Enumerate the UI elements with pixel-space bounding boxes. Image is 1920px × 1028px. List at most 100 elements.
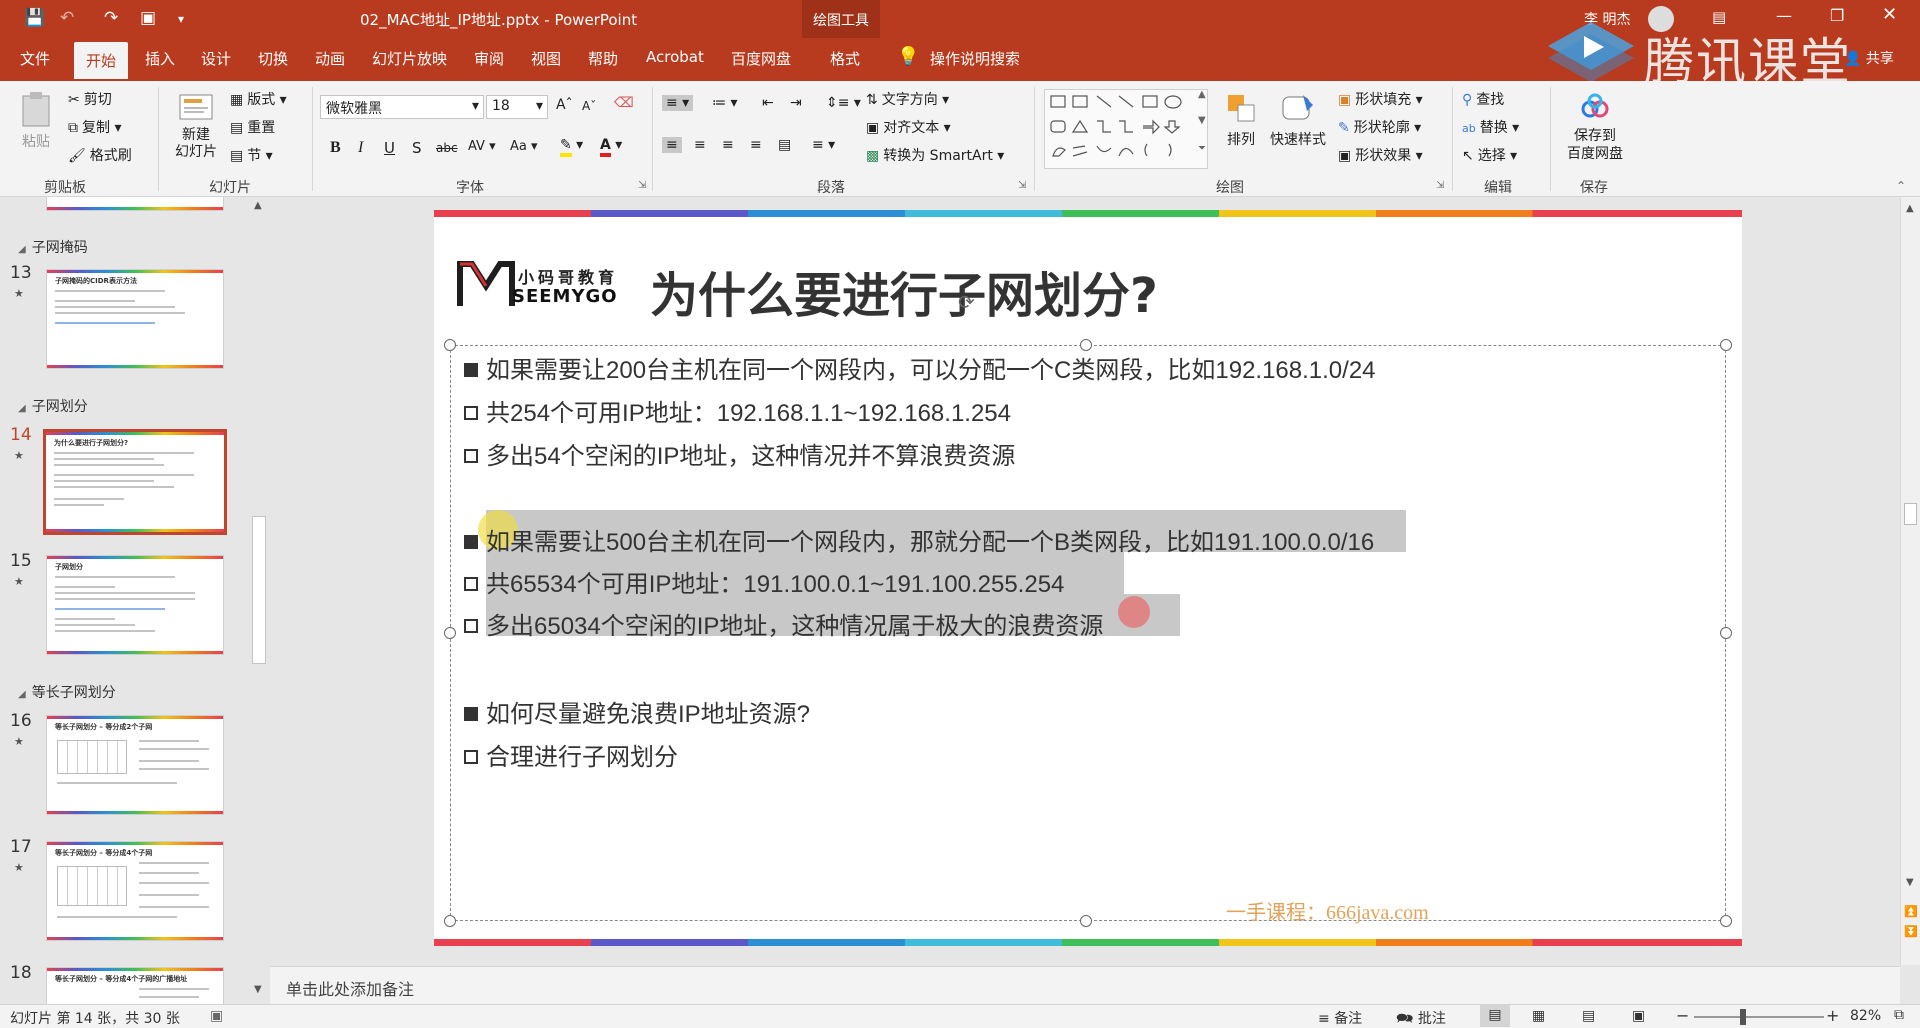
layout-button[interactable]: ▦ 版式 ▾	[230, 89, 287, 109]
resize-handle[interactable]	[1720, 915, 1732, 927]
scroll-down-icon[interactable]: ▼	[254, 984, 262, 995]
save-icon[interactable]: 💾	[24, 8, 45, 28]
columns-button[interactable]: ≡ ▾	[812, 137, 835, 153]
slideshow-view-icon[interactable]: ▣	[1632, 1008, 1645, 1024]
notes-pane[interactable]: 单击此处添加备注	[270, 966, 1900, 1004]
gallery-more-icon[interactable]: ⏷	[1198, 143, 1206, 154]
tab-review[interactable]: 审阅	[474, 48, 504, 69]
redo-icon[interactable]: ↷	[104, 8, 118, 28]
customize-qat-icon[interactable]: ▾	[178, 12, 184, 26]
scroll-up-icon[interactable]: ▲	[254, 200, 262, 211]
paste-button[interactable]: 粘贴	[14, 91, 58, 151]
new-slide-button[interactable]: 新建 幻灯片	[168, 89, 224, 161]
justify-icon[interactable]: ≡	[750, 137, 762, 153]
quick-styles-button[interactable]: 快速样式	[1268, 91, 1328, 149]
tab-animations[interactable]: 动画	[315, 48, 345, 69]
increase-indent-icon[interactable]: ⇥	[790, 95, 802, 111]
tab-view[interactable]: 视图	[531, 48, 561, 69]
slide-thumbnail-14[interactable]: 为什么要进行子网划分?	[43, 429, 227, 535]
tab-file[interactable]: 文件	[20, 48, 50, 69]
tab-format[interactable]: 格式	[830, 48, 860, 69]
grow-font-icon[interactable]: Aˆ	[556, 97, 573, 113]
section-header-equal-subnetting[interactable]: ◢ 等长子网划分	[0, 682, 116, 702]
thumbnail-scrollbar[interactable]: ▲ ▼	[250, 200, 268, 1000]
slide-canvas[interactable]: 小码哥教育 SEEMYGO 为什么要进行子网划分? ⟳ 如果需要让200台主机在…	[434, 210, 1742, 946]
char-spacing-button[interactable]: AV ▾	[468, 139, 496, 154]
copy-button[interactable]: ⧉ 复制 ▾	[68, 117, 121, 137]
undo-icon[interactable]: ↶	[60, 8, 74, 28]
scroll-up-icon[interactable]: ▲	[1906, 203, 1914, 214]
select-button[interactable]: ↖ 选择 ▾	[1462, 145, 1517, 165]
previous-slide-icon[interactable]: ⏫	[1904, 905, 1918, 918]
resize-handle[interactable]	[444, 339, 456, 351]
dialog-launcher-icon[interactable]: ⇲	[1436, 180, 1444, 191]
slide-thumbnail-17[interactable]: 等长子网划分 – 等分成4个子网	[46, 841, 224, 941]
tab-transitions[interactable]: 切换	[258, 48, 288, 69]
tab-insert[interactable]: 插入	[145, 48, 175, 69]
font-color-button[interactable]: A ▾	[600, 137, 622, 157]
change-case-button[interactable]: Aa ▾	[510, 139, 538, 154]
present-icon[interactable]: ▣	[140, 8, 156, 28]
dialog-launcher-icon[interactable]: ⇲	[1018, 180, 1026, 191]
tab-acrobat[interactable]: Acrobat	[646, 48, 704, 66]
thumbnail-partial[interactable]	[46, 197, 224, 211]
resize-handle[interactable]	[1720, 339, 1732, 351]
align-text-button[interactable]: ▣ 对齐文本 ▾	[866, 117, 951, 137]
section-header-subnetting[interactable]: ◢ 子网划分	[0, 396, 88, 416]
clear-format-icon[interactable]: ⌫	[614, 95, 634, 111]
underline-button[interactable]: U	[384, 139, 395, 157]
reading-view-icon[interactable]: ▤	[1582, 1008, 1595, 1024]
fit-slide-icon[interactable]: ⧉	[1894, 1007, 1904, 1023]
align-center-icon[interactable]: ≡	[694, 137, 706, 153]
section-button[interactable]: ▤ 节 ▾	[230, 145, 273, 165]
line-spacing-button[interactable]: ⇕≡ ▾	[826, 95, 861, 111]
save-to-baidu-button[interactable]: 保存到 百度网盘	[1558, 93, 1632, 163]
tab-design[interactable]: 设计	[201, 48, 231, 69]
font-name-select[interactable]: 微软雅黑 ▾	[320, 95, 484, 119]
shadow-button[interactable]: S	[412, 139, 422, 157]
resize-handle[interactable]	[1080, 915, 1092, 927]
notes-placeholder[interactable]: 单击此处添加备注	[286, 976, 414, 1000]
smartart-button[interactable]: ▩ 转换为 SmartArt ▾	[866, 145, 1004, 165]
notes-toggle-button[interactable]: ≡ 备注	[1318, 1008, 1362, 1028]
font-size-select[interactable]: 18 ▾	[486, 95, 548, 119]
decrease-indent-icon[interactable]: ⇤	[762, 95, 774, 111]
scroll-down-icon[interactable]: ▼	[1906, 877, 1914, 888]
bullets-button[interactable]: ≡ ▾	[662, 95, 694, 111]
scroll-thumb[interactable]	[252, 516, 266, 664]
reset-button[interactable]: ▤ 重置	[230, 117, 275, 137]
cut-button[interactable]: ✂ 剪切	[68, 89, 112, 109]
strikethrough-button[interactable]: abc	[436, 141, 458, 155]
next-slide-icon[interactable]: ⏬	[1904, 925, 1918, 938]
shrink-font-icon[interactable]: Aˇ	[582, 99, 596, 113]
tab-slideshow[interactable]: 幻灯片放映	[372, 48, 447, 69]
collapse-ribbon-icon[interactable]: ⌃	[1896, 179, 1906, 193]
slide-thumbnail-18[interactable]: 等长子网划分 – 等分成4个子网的广播地址	[46, 967, 224, 1004]
text-direction-button[interactable]: ⇅ 文字方向 ▾	[866, 89, 949, 109]
resize-handle[interactable]	[444, 915, 456, 927]
tab-home[interactable]: 开始	[74, 42, 129, 79]
rotate-handle-icon[interactable]: ⟳	[958, 290, 975, 314]
close-icon[interactable]: ✕	[1882, 4, 1897, 25]
share-button[interactable]: 👤 共享	[1844, 48, 1894, 68]
distributed-icon[interactable]: ▤	[778, 137, 791, 153]
format-painter-button[interactable]: 🖌 格式刷	[68, 145, 132, 165]
numbering-button[interactable]: ≔ ▾	[712, 95, 737, 111]
resize-handle[interactable]	[444, 627, 456, 639]
slide-thumbnail-13[interactable]: 子网掩码的CIDR表示方法	[46, 269, 224, 369]
section-header-subnet-mask[interactable]: ◢ 子网掩码	[0, 237, 88, 257]
slide-title[interactable]: 为什么要进行子网划分?	[650, 256, 1158, 326]
comments-toggle-button[interactable]: 🗪 批注	[1396, 1008, 1446, 1028]
italic-button[interactable]: I	[358, 139, 363, 157]
normal-view-icon[interactable]: ▤	[1480, 1005, 1510, 1027]
arrange-button[interactable]: 排列	[1218, 91, 1264, 149]
slide-thumbnail-16[interactable]: 等长子网划分 – 等分成2个子网	[46, 715, 224, 815]
zoom-out-icon[interactable]: −	[1676, 1006, 1689, 1025]
tab-baidu[interactable]: 百度网盘	[731, 48, 791, 69]
scroll-thumb[interactable]	[1904, 503, 1917, 525]
ribbon-display-icon[interactable]: ▤	[1712, 8, 1726, 26]
zoom-level[interactable]: 82%	[1850, 1008, 1881, 1024]
bold-button[interactable]: B	[330, 139, 341, 157]
user-name[interactable]: 李 明杰	[1584, 9, 1630, 29]
restore-icon[interactable]: ❐	[1830, 6, 1844, 25]
